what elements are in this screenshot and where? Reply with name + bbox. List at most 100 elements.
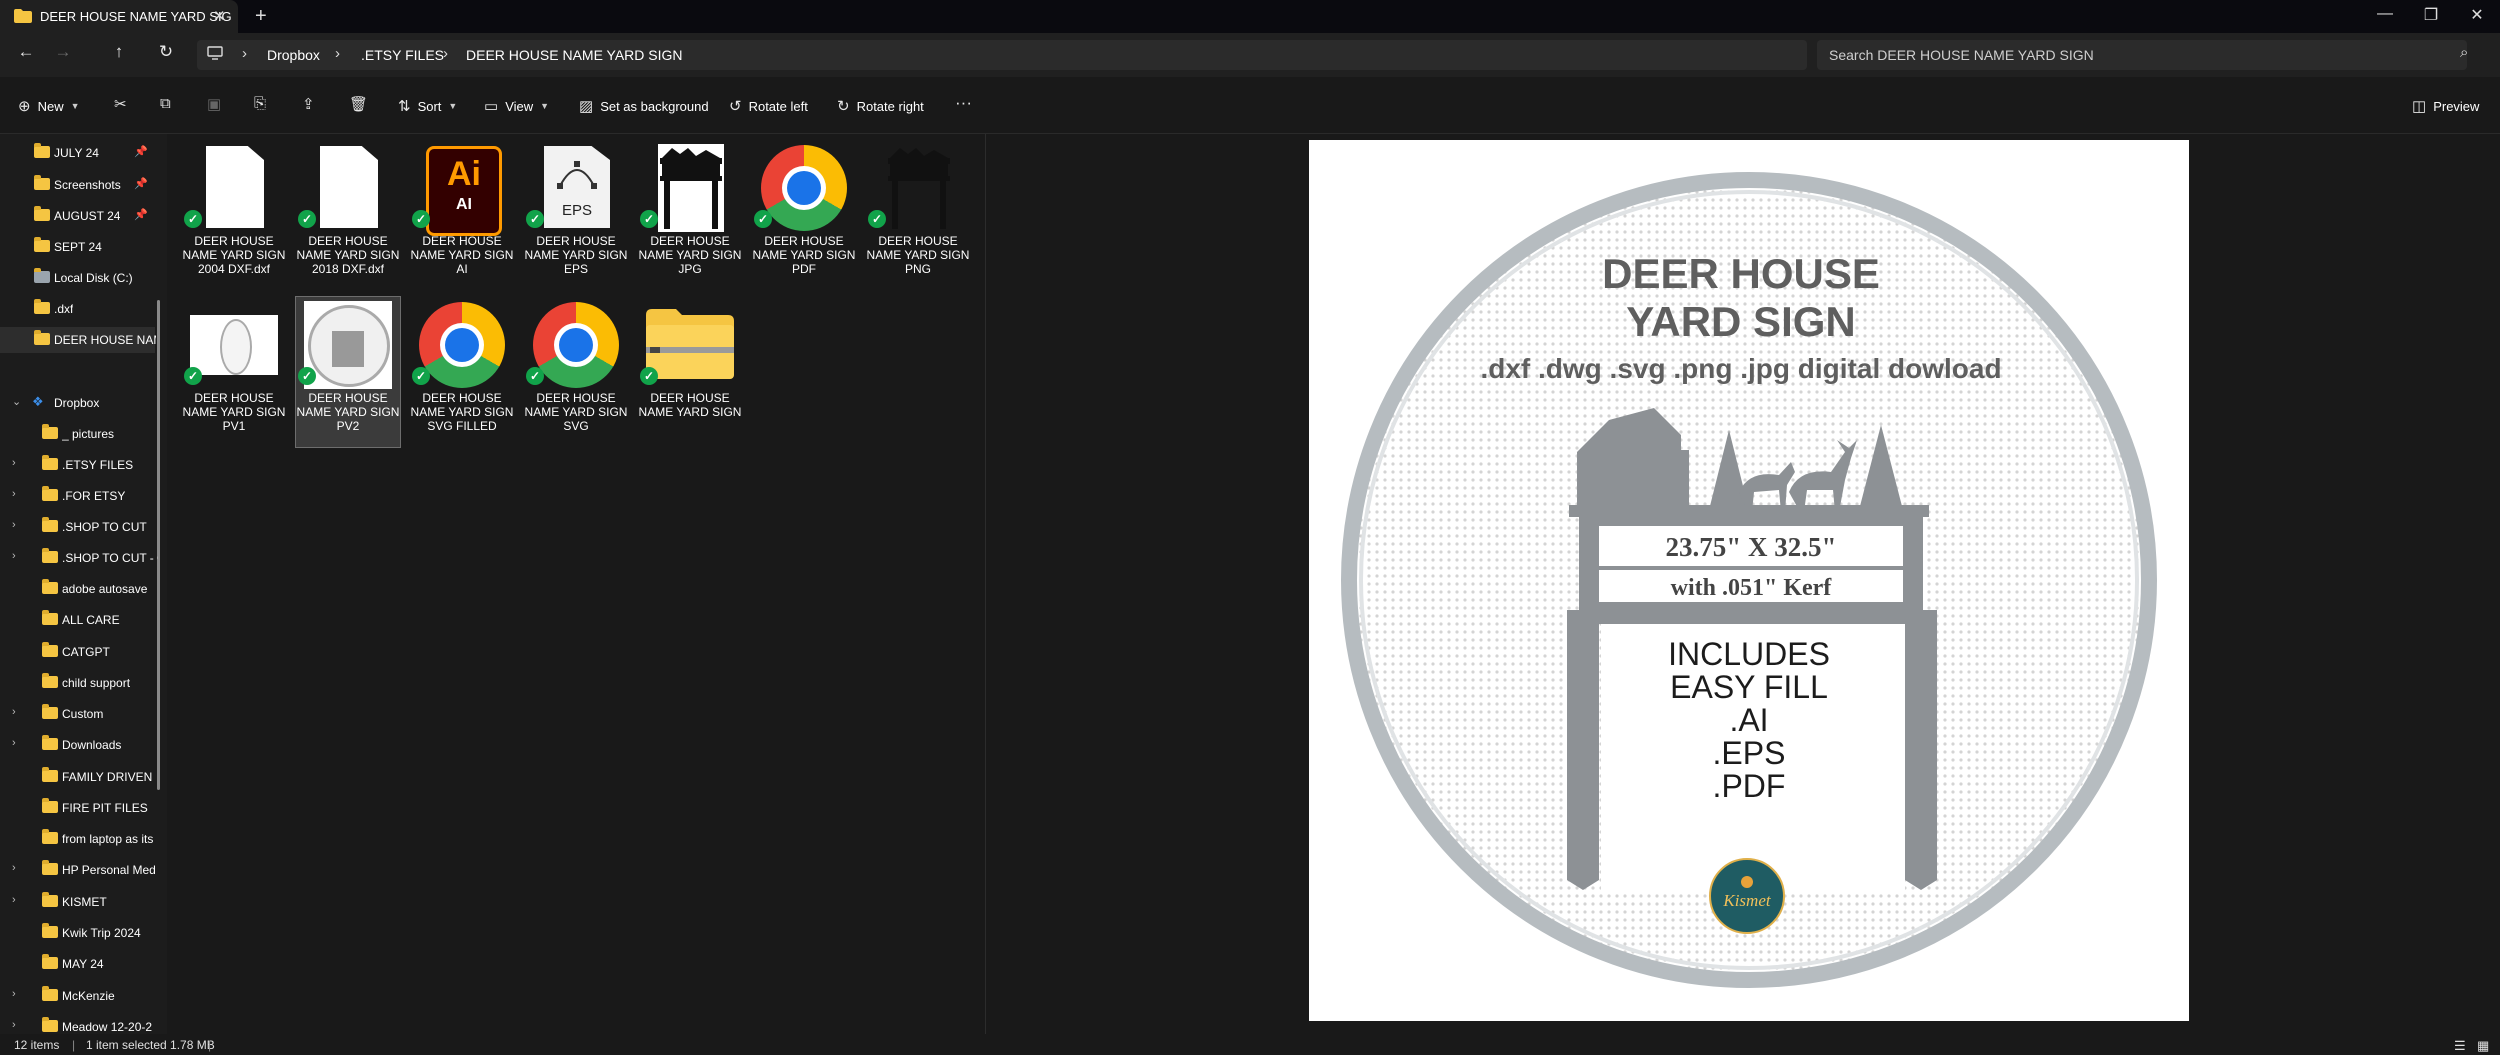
yard-sign-artwork: DEER HOUSE YARD SIGN .dxf .dwg .svg .png… — [1341, 172, 2157, 988]
rotate-right-button[interactable]: ↻ Rotate right — [837, 97, 924, 115]
file-item[interactable]: ✓ DEER HOUSE NAME YARD SIGN — [638, 297, 742, 447]
maximize-button[interactable]: ❐ — [2416, 5, 2446, 25]
zip-folder-icon — [646, 301, 734, 389]
folder-icon — [34, 175, 50, 190]
sidebar-item-label: Meadow 12-20-2 — [62, 1020, 153, 1034]
file-item[interactable]: ✓ DEER HOUSE NAME YARD SIGN SVG FILLED — [410, 297, 514, 447]
search-icon[interactable]: ⌕ — [2460, 44, 2468, 61]
sidebar-item[interactable]: › McKenzie — [0, 983, 155, 1009]
cut-icon[interactable]: ✂ — [114, 95, 127, 113]
sidebar-item[interactable]: MAY 24 — [0, 951, 155, 977]
includes-line: .AI — [1729, 702, 1768, 738]
chevron-right-icon[interactable]: › — [12, 457, 16, 469]
chevron-right-icon[interactable]: › — [12, 706, 16, 718]
file-item[interactable]: EPS ✓ DEER HOUSE NAME YARD SIGN EPS — [524, 140, 628, 290]
sidebar-item[interactable]: _ pictures — [0, 421, 155, 447]
sidebar-item[interactable]: adobe autosave — [0, 576, 155, 602]
sidebar-item[interactable]: CATGPT — [0, 639, 155, 665]
chevron-right-icon[interactable]: › — [12, 894, 16, 906]
command-bar — [0, 77, 2500, 134]
breadcrumb-item[interactable]: .ETSY FILES — [361, 47, 444, 63]
document-icon — [304, 144, 392, 232]
sidebar-item[interactable]: Kwik Trip 2024 — [0, 920, 155, 946]
sidebar-item[interactable]: › .SHOP TO CUT - C — [0, 545, 158, 571]
folder-icon — [42, 986, 58, 1001]
sidebar-scrollbar[interactable] — [157, 300, 160, 790]
new-tab-button[interactable]: + — [255, 5, 267, 28]
paste-icon[interactable]: ▣ — [207, 95, 221, 113]
chevron-right-icon[interactable]: › — [12, 488, 16, 500]
rename-icon[interactable]: ⎘ — [254, 95, 266, 112]
sidebar-item[interactable]: › Downloads — [0, 732, 155, 758]
sidebar-item[interactable]: › .FOR ETSY — [0, 483, 155, 509]
file-item[interactable]: ✓ DEER HOUSE NAME YARD SIGN PV2 — [295, 296, 401, 448]
file-name: DEER HOUSE NAME YARD SIGN AI — [410, 234, 514, 276]
sidebar-item[interactable]: .dxf — [0, 296, 155, 322]
close-icon[interactable]: ✕ — [213, 7, 226, 25]
file-item[interactable]: ✓ DEER HOUSE NAME YARD SIGN JPG — [638, 140, 742, 290]
file-item[interactable]: ✓ DEER HOUSE NAME YARD SIGN 2018 DXF.dxf — [296, 140, 400, 290]
sidebar-item[interactable]: › .ETSY FILES — [0, 452, 155, 478]
chevron-right-icon[interactable]: › — [12, 862, 16, 874]
chevron-right-icon[interactable]: › — [12, 1019, 16, 1031]
view-button[interactable]: ▭ View ▼ — [484, 97, 549, 115]
breadcrumb-item[interactable]: Dropbox — [267, 47, 320, 63]
sidebar-item[interactable]: › Custom — [0, 701, 155, 727]
tab-active[interactable]: DEER HOUSE NAME YARD SIG ✕ — [0, 0, 238, 33]
search-input[interactable]: Search DEER HOUSE NAME YARD SIGN — [1829, 47, 2094, 63]
view-icon: ▭ — [484, 98, 499, 115]
forward-button[interactable]: → — [52, 42, 74, 62]
illustrator-icon: Ai AI — [418, 144, 506, 236]
chevron-right-icon[interactable]: › — [12, 988, 16, 1000]
chevron-right-icon[interactable]: › — [12, 550, 16, 562]
sidebar-item[interactable]: FAMILY DRIVEN — [0, 764, 155, 790]
delete-icon[interactable]: 🗑 — [349, 95, 368, 113]
sidebar-item-label: CATGPT — [62, 645, 110, 659]
back-button[interactable]: ← — [15, 42, 37, 62]
sidebar-item[interactable]: SEPT 24 — [0, 234, 155, 260]
close-window-button[interactable]: ✕ — [2462, 5, 2492, 25]
sidebar-item[interactable]: › .SHOP TO CUT — [0, 514, 155, 540]
folder-icon — [42, 673, 58, 688]
preview-button[interactable]: ◫ Preview — [2412, 97, 2479, 115]
sidebar-item[interactable]: child support — [0, 670, 155, 696]
sidebar-item[interactable]: FIRE PIT FILES — [0, 795, 155, 821]
file-item[interactable]: ✓ DEER HOUSE NAME YARD SIGN PV1 — [182, 297, 286, 447]
up-button[interactable]: ↑ — [108, 42, 130, 62]
copy-icon[interactable]: ⧉ — [160, 95, 171, 112]
new-label: New — [37, 98, 64, 114]
sidebar-item[interactable]: ALL CARE — [0, 607, 155, 633]
details-view-icon[interactable]: ☰ — [2454, 1038, 2466, 1054]
sidebar-item[interactable]: JULY 24 📌 — [0, 140, 155, 166]
chevron-right-icon[interactable]: › — [12, 519, 16, 531]
chevron-down-icon[interactable]: ⌄ — [12, 395, 21, 408]
file-item[interactable]: ✓ DEER HOUSE NAME YARD SIGN PDF — [752, 140, 856, 290]
sidebar-item[interactable]: AUGUST 24 📌 — [0, 203, 155, 229]
sidebar-item[interactable]: Local Disk (C:) — [0, 265, 155, 291]
share-icon[interactable]: ⇪ — [302, 95, 315, 113]
chevron-right-icon[interactable]: › — [12, 737, 16, 749]
new-button[interactable]: ⊕ New ▼ — [18, 97, 80, 115]
file-item[interactable]: Ai AI ✓ DEER HOUSE NAME YARD SIGN AI — [410, 140, 514, 290]
file-item[interactable]: ✓ DEER HOUSE NAME YARD SIGN SVG — [524, 297, 628, 447]
sort-button[interactable]: ⇅ Sort ▼ — [398, 97, 457, 115]
rotate-left-button[interactable]: ↺ Rotate left — [729, 97, 808, 115]
sidebar-item[interactable]: DEER HOUSE NAM — [0, 327, 156, 353]
sidebar-item[interactable]: from laptop as its — [0, 826, 155, 852]
tiles-view-icon[interactable]: ▦ — [2477, 1038, 2489, 1054]
sidebar-item[interactable]: › KISMET — [0, 889, 155, 915]
pane-divider[interactable] — [985, 134, 986, 1034]
more-options-button[interactable]: ··· — [955, 93, 972, 113]
sidebar-item[interactable]: Screenshots 📌 — [0, 172, 155, 198]
set-as-background-button[interactable]: ▨ Set as background — [579, 97, 709, 115]
breadcrumb-item[interactable]: DEER HOUSE NAME YARD SIGN — [466, 47, 683, 63]
includes-line: .EPS — [1713, 735, 1786, 771]
file-item[interactable]: ✓ DEER HOUSE NAME YARD SIGN 2004 DXF.dxf — [182, 140, 286, 290]
sidebar-item[interactable]: › HP Personal Med — [0, 857, 156, 883]
sidebar-item-label: FAMILY DRIVEN — [62, 770, 153, 784]
file-item[interactable]: ✓ DEER HOUSE NAME YARD SIGN PNG — [866, 140, 970, 290]
sidebar-item[interactable]: ⌄ ❖ Dropbox — [0, 390, 155, 416]
chrome-icon — [760, 144, 848, 232]
refresh-button[interactable]: ↻ — [155, 42, 177, 62]
minimize-button[interactable]: — — [2370, 5, 2400, 23]
